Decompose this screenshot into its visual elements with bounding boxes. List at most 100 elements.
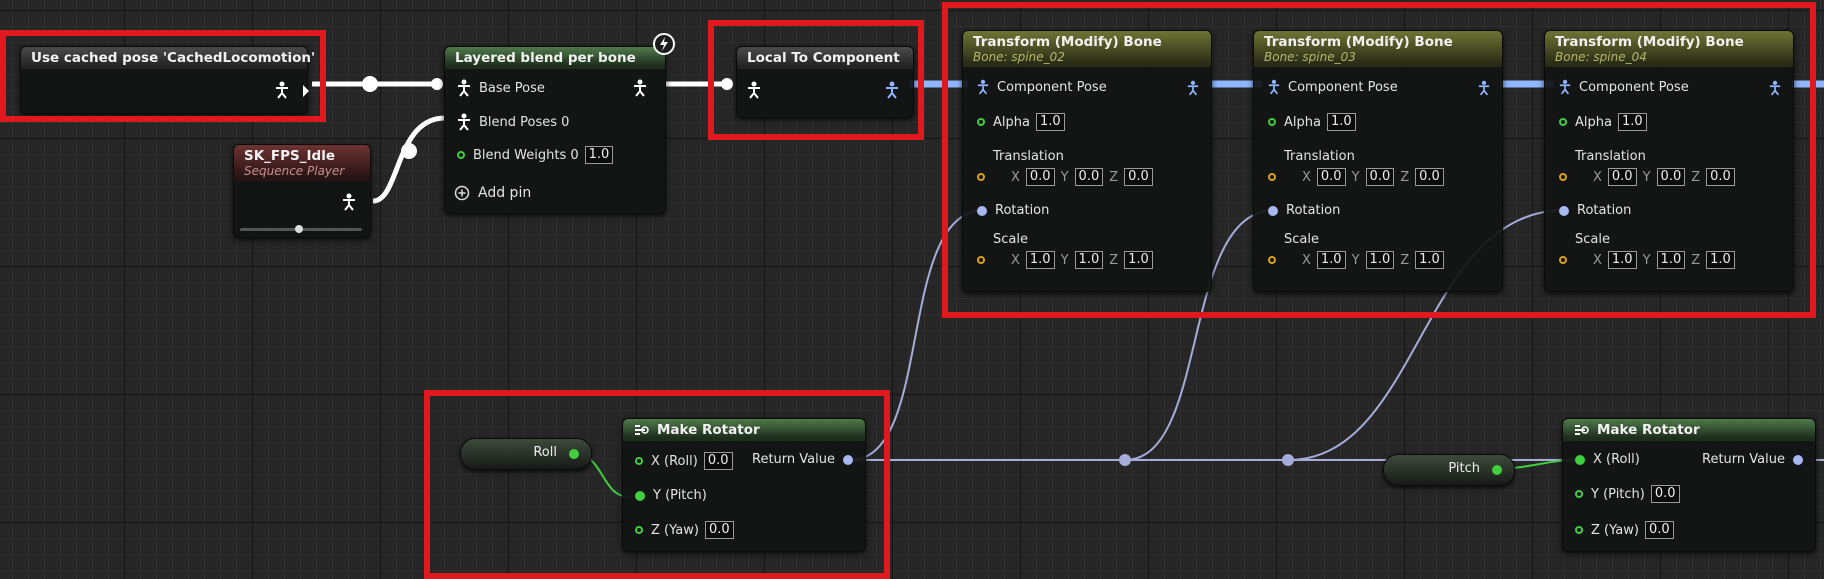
pin-label: Component Pose xyxy=(997,79,1107,95)
translation-z-input[interactable]: 0.0 xyxy=(1706,168,1735,186)
scale-x-input[interactable]: 1.0 xyxy=(1025,251,1055,269)
z-yaw-value-input[interactable]: 0.0 xyxy=(1644,521,1674,539)
translation-label-row: Translation xyxy=(1559,149,1646,164)
cached-pose-node[interactable]: Use cached pose 'CachedLocomotion' xyxy=(20,46,315,114)
anim-graph-canvas[interactable]: Use cached pose 'CachedLocomotion' Layer… xyxy=(0,0,1824,579)
dot-icon xyxy=(843,454,853,465)
transform-bone-node-1[interactable]: Transform (Modify) Bone Bone: spine_02 C… xyxy=(962,30,1212,292)
component-pose-pin[interactable]: Component Pose xyxy=(1559,79,1689,95)
node-bone-label: Bone: spine_03 xyxy=(1264,50,1356,64)
y-pitch-value-input[interactable]: 0.0 xyxy=(1650,485,1680,503)
scale-pin[interactable]: X 1.0 Y 1.0 Z 1.0 xyxy=(1559,251,1735,269)
pin-label: Translation xyxy=(1284,149,1355,164)
scale-y-input[interactable]: 1.0 xyxy=(1074,251,1104,269)
scale-pin[interactable]: X 1.0 Y 1.0 Z 1.0 xyxy=(1268,251,1444,269)
pitch-output-pin-icon[interactable] xyxy=(1492,465,1502,475)
y-pitch-pin[interactable]: Y (Pitch) xyxy=(635,488,707,503)
roll-variable-node[interactable]: Roll xyxy=(460,438,592,470)
roll-output-pin-icon[interactable] xyxy=(569,449,579,459)
pin-label: Alpha xyxy=(1575,114,1612,130)
alpha-value-input[interactable]: 1.0 xyxy=(1617,113,1647,131)
translation-pin[interactable]: X 0.0 Y 0.0 Z 0.0 xyxy=(1559,168,1735,186)
axis-y-label: Y xyxy=(1642,252,1651,268)
pose-output-pin-icon[interactable] xyxy=(275,81,289,103)
person-icon[interactable] xyxy=(1769,80,1781,100)
scale-z-input[interactable]: 1.0 xyxy=(1415,251,1444,269)
axis-z-label: Z xyxy=(1691,169,1701,185)
axis-z-label: Z xyxy=(1109,252,1119,268)
x-roll-value-input[interactable]: 0.0 xyxy=(703,452,733,470)
pin-label: Component Pose xyxy=(1579,79,1689,95)
ring-icon xyxy=(635,526,643,534)
translation-x-input[interactable]: 0.0 xyxy=(1316,168,1346,186)
blend-weights-pin[interactable]: Blend Weights 0 1.0 xyxy=(457,146,614,164)
axis-x-label: X xyxy=(1593,169,1602,185)
person-icon[interactable] xyxy=(1187,80,1199,100)
axis-y-label: Y xyxy=(1060,169,1069,185)
alpha-pin[interactable]: Alpha 1.0 xyxy=(1559,113,1647,131)
person-icon[interactable] xyxy=(1478,80,1490,100)
make-rotator-node-2[interactable]: Make Rotator X (Roll) Y (Pitch) 0.0 Z (Y… xyxy=(1562,418,1816,552)
alpha-value-input[interactable]: 1.0 xyxy=(1326,113,1356,131)
transform-bone-node-2[interactable]: Transform (Modify) Bone Bone: spine_03 C… xyxy=(1253,30,1503,292)
z-yaw-value-input[interactable]: 0.0 xyxy=(704,521,734,539)
x-roll-pin[interactable]: X (Roll) 0.0 xyxy=(635,452,733,470)
pin-label: Scale xyxy=(1575,232,1610,247)
scale-z-input[interactable]: 1.0 xyxy=(1706,251,1735,269)
translation-pin[interactable]: X 0.0 Y 0.0 Z 0.0 xyxy=(1268,168,1444,186)
scale-label-row: Scale xyxy=(1559,232,1610,247)
component-pose-output-icon[interactable] xyxy=(885,81,899,103)
translation-pin[interactable]: X 0.0 Y 0.0 Z 0.0 xyxy=(977,168,1153,186)
sequence-player-node[interactable]: SK_FPS_Idle Sequence Player xyxy=(233,144,371,238)
return-value-pin[interactable]: Return Value xyxy=(752,452,853,467)
function-icon xyxy=(1575,425,1589,435)
scale-y-input[interactable]: 1.0 xyxy=(1656,251,1686,269)
rotation-pin[interactable]: Rotation xyxy=(977,203,1049,218)
scale-pin[interactable]: X 1.0 Y 1.0 Z 1.0 xyxy=(977,251,1153,269)
pin-label: Base Pose xyxy=(479,80,545,96)
rotation-pin[interactable]: Rotation xyxy=(1559,203,1631,218)
translation-y-input[interactable]: 0.0 xyxy=(1074,168,1104,186)
ring-icon xyxy=(977,256,985,264)
rotation-pin[interactable]: Rotation xyxy=(1268,203,1340,218)
component-pose-pin[interactable]: Component Pose xyxy=(1268,79,1398,95)
scale-x-input[interactable]: 1.0 xyxy=(1316,251,1346,269)
scale-z-input[interactable]: 1.0 xyxy=(1124,251,1153,269)
person-icon[interactable] xyxy=(747,81,761,103)
translation-z-input[interactable]: 0.0 xyxy=(1124,168,1153,186)
scale-x-input[interactable]: 1.0 xyxy=(1607,251,1637,269)
translation-y-input[interactable]: 0.0 xyxy=(1656,168,1686,186)
translation-x-input[interactable]: 0.0 xyxy=(1607,168,1637,186)
playback-slider-knob[interactable] xyxy=(295,225,303,233)
pitch-variable-node[interactable]: Pitch xyxy=(1383,454,1515,486)
alpha-value-input[interactable]: 1.0 xyxy=(1035,113,1065,131)
component-pose-pin[interactable]: Component Pose xyxy=(977,79,1107,95)
alpha-pin[interactable]: Alpha 1.0 xyxy=(1268,113,1356,131)
transform-bone-node-3[interactable]: Transform (Modify) Bone Bone: spine_04 C… xyxy=(1544,30,1794,292)
pin-label: X (Roll) xyxy=(1593,452,1640,467)
output-pose-icon[interactable] xyxy=(633,79,647,101)
scale-y-input[interactable]: 1.0 xyxy=(1365,251,1395,269)
alpha-pin[interactable]: Alpha 1.0 xyxy=(977,113,1065,131)
layered-blend-node[interactable]: Layered blend per bone Base Pose Blend P… xyxy=(444,46,666,214)
playback-slider[interactable] xyxy=(240,225,362,233)
node-bone-label: Bone: spine_02 xyxy=(973,50,1065,64)
blend-weights-value-input[interactable]: 1.0 xyxy=(584,146,614,164)
z-yaw-pin[interactable]: Z (Yaw) 0.0 xyxy=(635,521,734,539)
base-pose-pin[interactable]: Base Pose xyxy=(457,79,545,97)
translation-z-input[interactable]: 0.0 xyxy=(1415,168,1444,186)
dot-icon xyxy=(1268,205,1278,216)
x-roll-pin[interactable]: X (Roll) xyxy=(1575,452,1640,467)
z-yaw-pin[interactable]: Z (Yaw) 0.0 xyxy=(1575,521,1674,539)
wire-reroute-knot xyxy=(1119,454,1131,466)
local-to-component-node[interactable]: Local To Component xyxy=(736,46,914,118)
return-value-pin[interactable]: Return Value xyxy=(1702,452,1803,467)
y-pitch-pin[interactable]: Y (Pitch) 0.0 xyxy=(1575,485,1680,503)
blend-poses-pin[interactable]: Blend Poses 0 xyxy=(457,113,569,131)
translation-y-input[interactable]: 0.0 xyxy=(1365,168,1395,186)
translation-x-input[interactable]: 0.0 xyxy=(1025,168,1055,186)
make-rotator-node-1[interactable]: Make Rotator X (Roll) 0.0 Y (Pitch) Z (Y… xyxy=(622,418,866,552)
person-icon[interactable] xyxy=(342,193,356,215)
node-title: Local To Component xyxy=(737,47,913,69)
add-pin-button[interactable]: Add pin xyxy=(454,185,531,201)
